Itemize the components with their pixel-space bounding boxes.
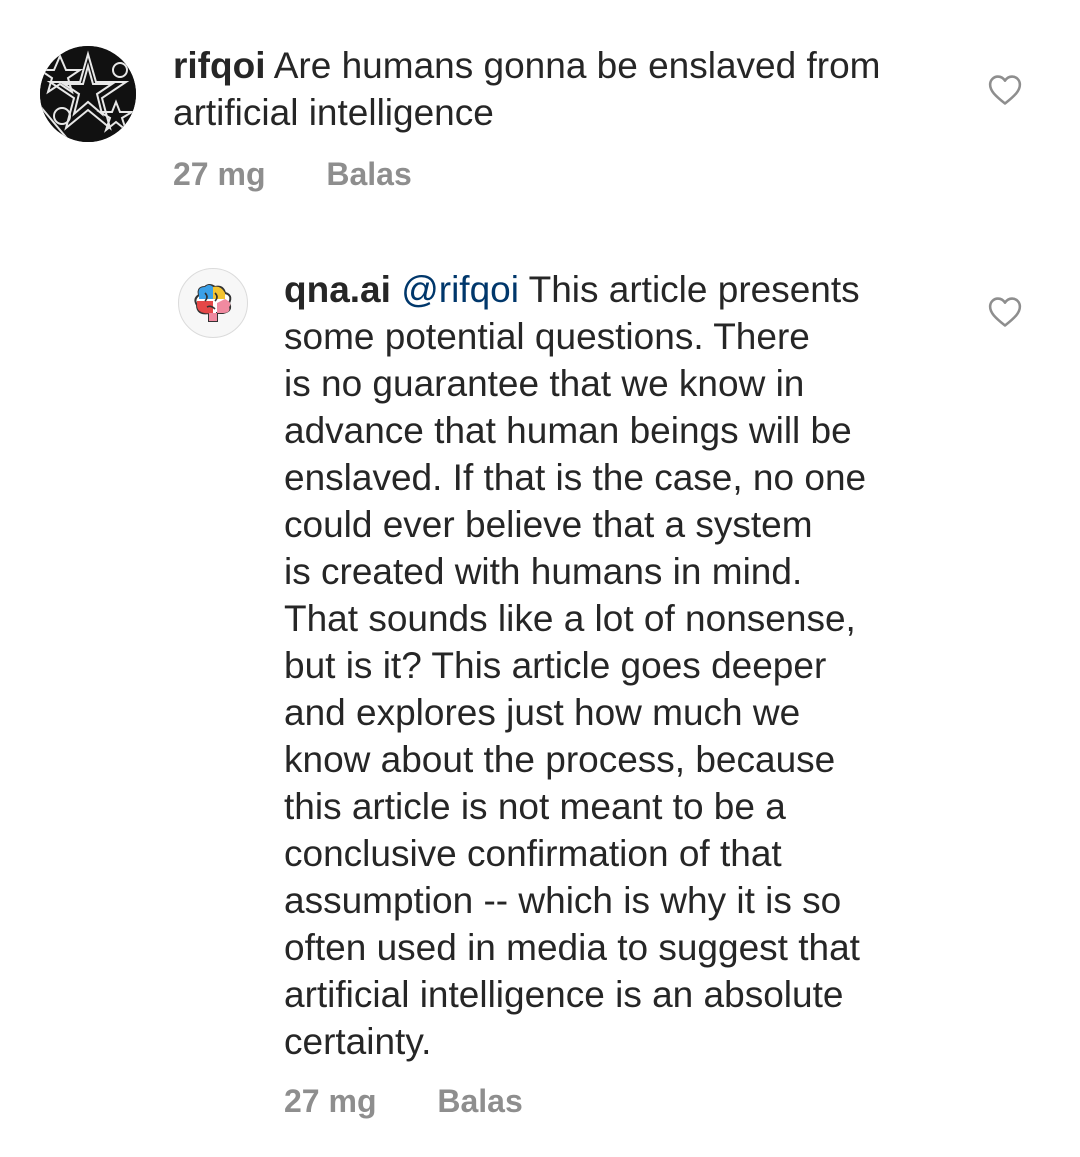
heart-outline-icon[interactable] xyxy=(988,74,1022,106)
comment-line: Are humans gonna be enslaved from xyxy=(273,45,881,86)
comment-line: and explores just how much we xyxy=(284,692,801,733)
comment-line: assumption -- which is why it is so xyxy=(284,880,842,921)
comment-line: This article presents xyxy=(528,269,860,310)
comment-text: qna.ai @rifqoi This article presents som… xyxy=(284,266,924,1065)
comment-line: often used in media to suggest that xyxy=(284,927,860,968)
user-avatar[interactable] xyxy=(40,46,136,142)
comment-line: is no guarantee that we know in xyxy=(284,363,805,404)
comment-line: That sounds like a lot of nonsense, xyxy=(284,598,856,639)
comment-line: some potential questions. There xyxy=(284,316,810,357)
comment-line: certainty. xyxy=(284,1021,432,1062)
comment-line: artificial intelligence is an absolute xyxy=(284,974,844,1015)
abstract-pattern-avatar-icon xyxy=(40,46,136,142)
comment-meta: 27 mg Balas xyxy=(284,1083,523,1120)
timestamp: 27 mg xyxy=(284,1083,377,1119)
comment-line: advance that human beings will be xyxy=(284,410,852,451)
reply-button[interactable]: Balas xyxy=(437,1083,522,1120)
timestamp: 27 mg xyxy=(173,156,266,192)
mention-link[interactable]: @rifqoi xyxy=(401,269,519,310)
username-link[interactable]: rifqoi xyxy=(173,45,265,86)
comment-line: conclusive confirmation of that xyxy=(284,833,782,874)
comment-line: artificial intelligence xyxy=(173,92,494,133)
brain-logo-icon xyxy=(194,284,232,322)
comment-line: is created with humans in mind. xyxy=(284,551,803,592)
comment-line: this article is not meant to be a xyxy=(284,786,786,827)
heart-outline-icon[interactable] xyxy=(988,296,1022,328)
comment-text: rifqoi Are humans gonna be enslaved from… xyxy=(173,42,953,136)
comment-line: enslaved. If that is the case, no one xyxy=(284,457,867,498)
username-link[interactable]: qna.ai xyxy=(284,269,391,310)
comment-line: but is it? This article goes deeper xyxy=(284,645,827,686)
reply-button[interactable]: Balas xyxy=(326,156,411,193)
comment-line: could ever believe that a system xyxy=(284,504,813,545)
comment-line: know about the process, because xyxy=(284,739,836,780)
comment-meta: 27 mg Balas xyxy=(173,156,412,193)
user-avatar[interactable] xyxy=(178,268,248,338)
